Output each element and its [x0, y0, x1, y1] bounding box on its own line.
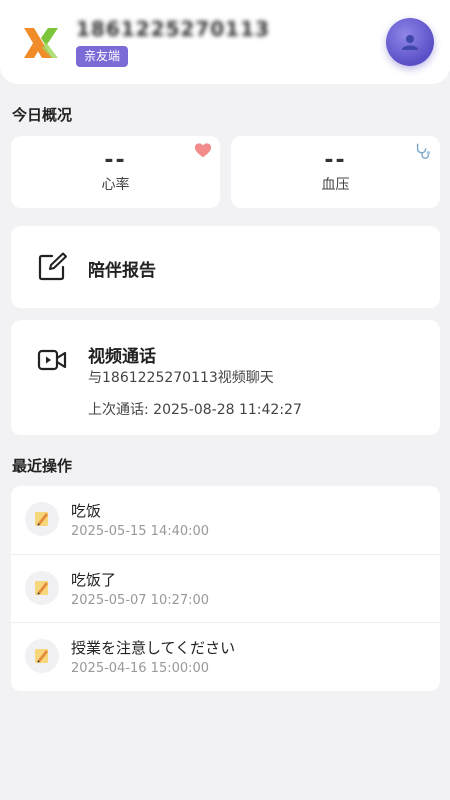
recent-item-title: 吃饭: [71, 502, 102, 520]
user-icon: [402, 35, 418, 50]
edit-icon: [38, 252, 67, 281]
stethoscope-icon: [416, 143, 431, 159]
recent-list: 吃饭 2025-05-15 14:40:00 吃饭了 2025-05-07 10…: [11, 486, 440, 691]
companion-report-card[interactable]: 陪伴报告: [11, 226, 440, 308]
heart-icon: [194, 143, 212, 158]
blood-pressure-label: 血压: [321, 177, 350, 193]
recent-item-title: 授業を注意してください: [71, 639, 236, 657]
recent-section-title: 最近操作: [12, 457, 73, 475]
profile-header: 1861225270113 亲友端: [0, 0, 450, 84]
heart-rate-value: --: [104, 148, 127, 173]
overview-section-title: 今日概况: [12, 106, 73, 124]
companion-report-label: 陪伴报告: [88, 261, 156, 281]
video-call-card[interactable]: 视频通话 与18612252701​13视频聊天 上次通话: 2025-08-2…: [11, 320, 440, 435]
blood-pressure-card[interactable]: -- 血压: [231, 136, 440, 208]
avatar-button[interactable]: [386, 18, 434, 66]
role-badge: 亲友端: [76, 46, 129, 67]
last-call-time: 上次通话: 2025-08-28 11:42:27: [88, 402, 302, 418]
recent-item-time: 2025-04-16 15:00:00: [71, 661, 210, 676]
recent-item-time: 2025-05-07 10:27:00: [71, 593, 210, 608]
list-item[interactable]: 吃饭了 2025-05-07 10:27:00: [11, 554, 440, 622]
memo-icon: [25, 639, 59, 673]
memo-icon: [25, 502, 59, 536]
blood-pressure-value: --: [324, 148, 347, 173]
list-item[interactable]: 吃饭 2025-05-15 14:40:00: [11, 486, 440, 554]
recent-item-time: 2025-05-15 14:40:00: [71, 524, 210, 539]
list-item[interactable]: 授業を注意してください 2025-04-16 15:00:00: [11, 622, 440, 690]
heart-rate-label: 心率: [101, 177, 130, 193]
video-call-subtitle: 与18612252701​13视频聊天: [88, 370, 274, 386]
app-logo-icon: [24, 28, 58, 58]
video-call-title: 视频通话: [88, 347, 156, 367]
user-phone-number: 1861225270113: [76, 17, 270, 41]
recent-item-title: 吃饭了: [71, 571, 117, 589]
heart-rate-card[interactable]: -- 心率: [11, 136, 220, 208]
video-camera-icon: [37, 349, 67, 371]
memo-icon: [25, 571, 59, 605]
